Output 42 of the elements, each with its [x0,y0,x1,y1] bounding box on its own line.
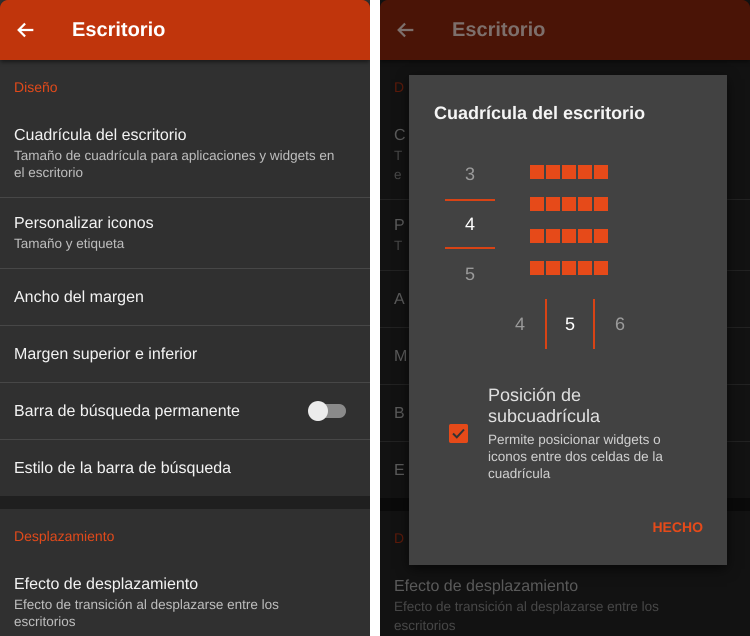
settings-item[interactable]: Efecto de desplazamiento Efecto de transición al desplazarse entre los escritorios [0,559,370,636]
item-title: C [394,126,406,145]
section-header: D [394,530,404,546]
option-description: Permite posicionar widgets o iconos entre dos celdas de la cuadrícula [488,431,664,482]
rows-option[interactable]: 3 [445,149,495,199]
item-subtitle: Tamaño de cuadrícula para aplicaciones y widgets en el escritorio [14,147,336,181]
item-title: P [394,216,405,235]
item-title: Efecto de desplazamiento [394,577,578,596]
item-title: Margen superior e inferior [14,344,198,364]
checkbox[interactable] [449,424,468,443]
option-title: Posición de subcuadrícula [488,385,602,427]
settings-item[interactable]: Margen superior e inferior [0,325,370,382]
item-title: M [394,346,408,366]
item-title: A [394,290,405,308]
rows-option[interactable]: 5 [445,249,495,299]
item-subtitle: Efecto de transición al desplazarse entre los escritorios [14,596,280,630]
screen-title: Escritorio [452,18,546,42]
item-title: Estilo de la barra de búsqueda [14,458,232,478]
section-header: Diseño [14,79,58,95]
settings-item[interactable]: Estilo de la barra de búsqueda [0,439,370,496]
settings-item[interactable]: Barra de búsqueda permanente [0,382,370,439]
item-title: Efecto de desplazamiento [14,575,198,594]
item-title: Barra de búsqueda permanente [14,402,240,420]
section-header: D [394,79,404,95]
item-title: E [394,460,405,480]
dialog-title: Cuadrícula del escritorio [434,103,646,124]
settings-item[interactable]: Cuadrícula del escritorio Tamaño de cuadrícula para aplicaciones y widgets en el escritorio [0,110,370,197]
rows-option[interactable]: 4 [445,199,495,249]
toggle-switch[interactable] [310,404,346,418]
settings-item[interactable]: Ancho del margen [0,268,370,325]
columns-option[interactable]: 4 [495,299,545,349]
columns-option[interactable]: 5 [545,299,595,349]
columns-option[interactable]: 6 [595,299,645,349]
grid-preview-icon [530,165,610,275]
item-title: B [394,404,405,422]
item-title: Cuadrícula del escritorio [14,126,187,145]
item-title: Personalizar iconos [14,214,154,233]
screen-title: Escritorio [72,18,166,42]
settings-item[interactable]: Personalizar iconos Tamaño y etiqueta [0,197,370,268]
item-subtitle: Tamaño y etiqueta [14,235,124,252]
item-title: Ancho del margen [14,288,144,306]
section-header: Desplazamiento [14,528,114,544]
